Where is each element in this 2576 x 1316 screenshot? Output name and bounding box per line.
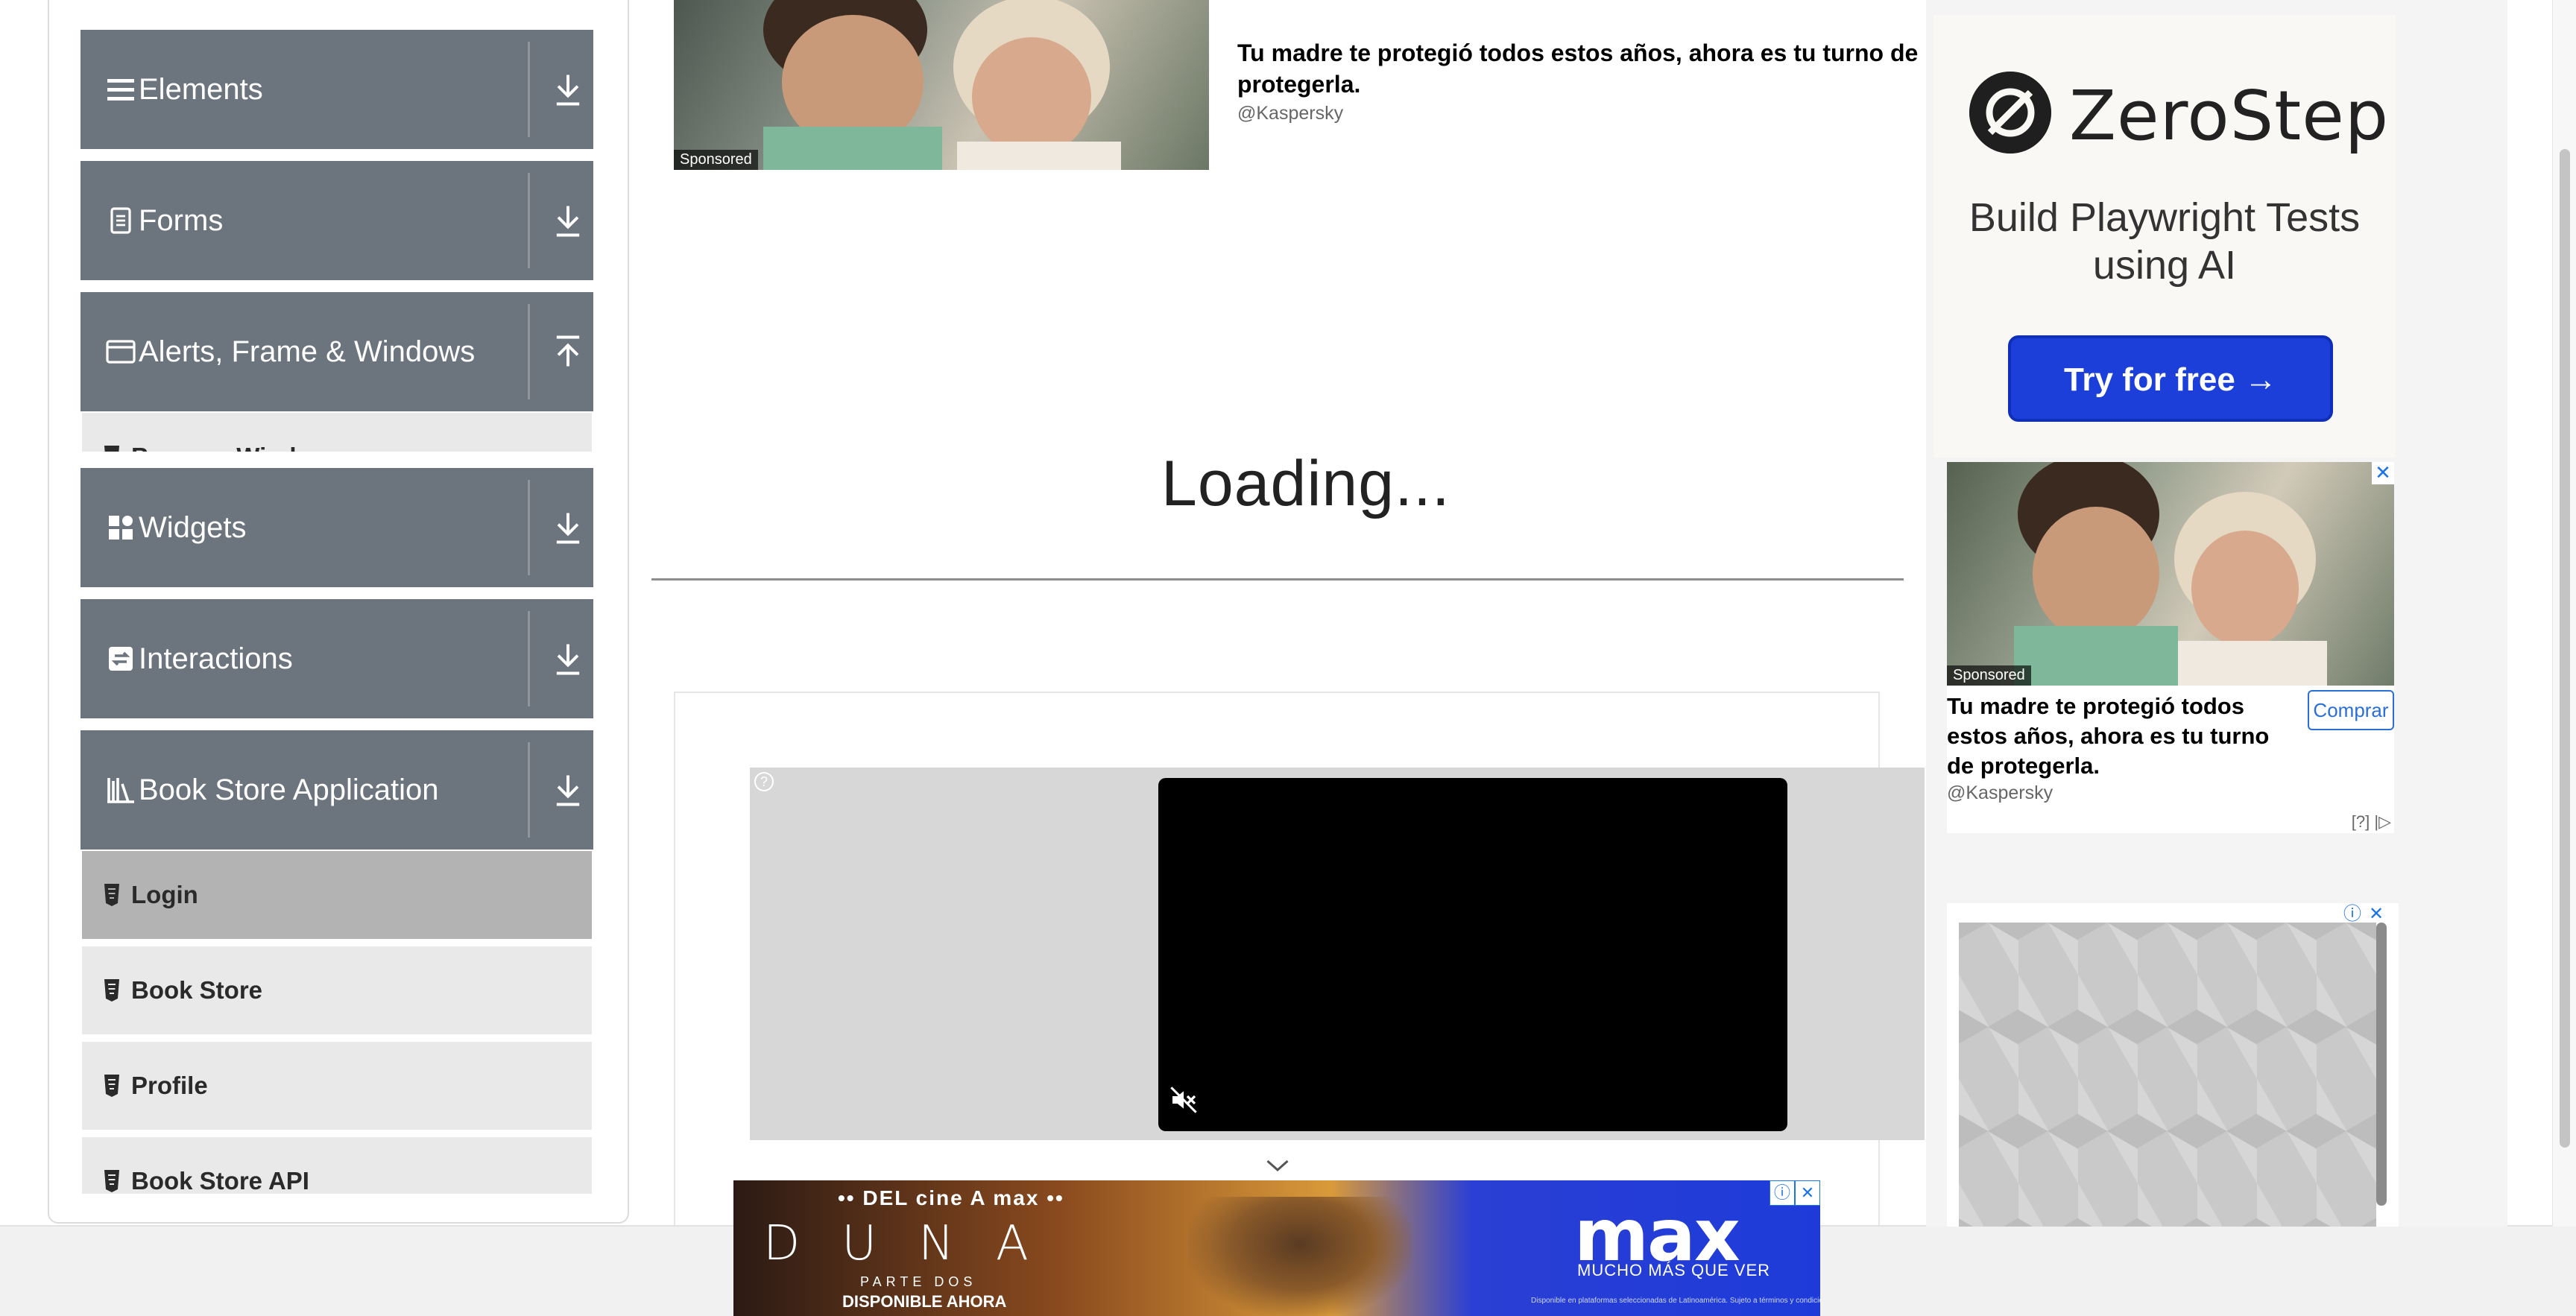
ad-advertiser: @Kaspersky — [1237, 103, 1344, 124]
interactions-icon — [109, 647, 133, 671]
divider-line — [651, 578, 1904, 581]
ad-photo-illustration — [2014, 462, 2327, 686]
ad-movie-subtitle: PARTE DOS — [860, 1274, 977, 1289]
widgets-icon — [109, 516, 133, 540]
page-viewport: Elements Forms Alerts, Frame & Windows B… — [0, 0, 2576, 1316]
ad-top-text: •• DEL cine A max •• — [838, 1186, 1064, 1209]
html-icon — [104, 1075, 119, 1097]
sidebar-item-profile[interactable]: Profile — [82, 1042, 592, 1133]
sidebar-item-book-store-api[interactable]: Book Store API — [82, 1137, 592, 1197]
ad-scrollbar[interactable] — [2376, 923, 2387, 1206]
group-label: Alerts, Frame & Windows — [139, 335, 476, 368]
close-icon[interactable]: ✕ — [2372, 462, 2394, 484]
html-icon — [104, 884, 119, 906]
ad-choices[interactable]: [?] |▷ — [2352, 812, 2391, 832]
html-icon — [104, 979, 119, 1002]
divider — [528, 480, 530, 575]
divider — [528, 611, 530, 706]
sidebar-item-label: Profile — [131, 1072, 208, 1099]
group-label: Forms — [139, 204, 224, 237]
pattern-ad[interactable]: ⓘ ✕ — [1947, 903, 2399, 1227]
bottom-banner-ad[interactable]: •• DEL cine A max •• DUNA PARTE DOS DISP… — [733, 1180, 1820, 1316]
sidebar-item-label: Book Store API — [131, 1167, 309, 1195]
sidebar-item-browser-windows[interactable]: Browser Windows — [82, 413, 592, 455]
ad-slogan: MUCHO MÁS QUE VER — [1577, 1261, 1771, 1279]
ad-info-icon[interactable]: ⓘ — [2342, 905, 2363, 926]
sidebar-item-login[interactable]: Login — [82, 851, 592, 942]
hamburger-icon — [107, 79, 134, 101]
buy-button[interactable]: Comprar — [2308, 690, 2394, 730]
try-for-free-button[interactable]: Try for free → — [2008, 335, 2333, 422]
sidebar-item-label: Browser Windows — [131, 413, 344, 452]
sidebar-item-label: Login — [131, 881, 198, 908]
sidebar-item-book-store[interactable]: Book Store — [82, 946, 592, 1037]
group-label: Interactions — [139, 642, 293, 675]
group-elements[interactable]: Elements — [80, 30, 593, 149]
download-arrow-icon[interactable] — [549, 771, 587, 809]
zerostep-name: ZeroStep — [2069, 76, 2390, 156]
upload-arrow-icon[interactable] — [549, 332, 587, 371]
ad-pattern-image — [1959, 923, 2376, 1227]
muted-speaker-icon[interactable] — [1169, 1085, 1199, 1115]
zerostep-ad[interactable]: ZeroStep Build Playwright Tests using AI… — [1933, 15, 2396, 458]
group-label: Book Store Application — [139, 774, 439, 806]
close-icon[interactable]: ✕ — [1795, 1180, 1820, 1206]
group-book-store-application[interactable]: Book Store Application — [80, 730, 593, 850]
html-icon — [104, 446, 119, 452]
ad-photo-illustration — [763, 0, 1121, 170]
zerostep-logo-icon — [1969, 72, 2051, 154]
chevron-down-icon[interactable] — [1264, 1157, 1291, 1174]
group-alerts-frame-windows[interactable]: Alerts, Frame & Windows — [80, 292, 593, 411]
ad-fine-print: Disponible en plataformas seleccionadas … — [1531, 1297, 1820, 1305]
group-forms[interactable]: Forms — [80, 161, 593, 280]
ad-image[interactable]: Sponsored — [674, 0, 1209, 170]
books-icon — [107, 778, 134, 803]
group-widgets[interactable]: Widgets — [80, 468, 593, 587]
ad-characters-image — [1188, 1197, 1412, 1316]
divider — [528, 42, 530, 137]
video-player[interactable] — [1158, 778, 1787, 1131]
download-arrow-icon[interactable] — [549, 508, 587, 547]
ad-advertiser: @Kaspersky — [1947, 782, 2053, 803]
ad-movie-title: DUNA — [763, 1216, 1070, 1271]
group-label: Elements — [139, 73, 263, 106]
group-label: Widgets — [139, 511, 247, 544]
form-icon — [110, 207, 131, 234]
ad-controls: ⓘ ✕ — [1770, 1180, 1820, 1206]
kaspersky-side-ad[interactable]: Sponsored ✕ Tu madre te protegió todos e… — [1947, 462, 2394, 833]
window-icon — [106, 340, 136, 364]
divider — [528, 304, 530, 399]
page-scrollbar-thumb[interactable] — [2560, 149, 2570, 1148]
download-arrow-icon[interactable] — [549, 639, 587, 678]
close-icon[interactable]: ✕ — [2366, 905, 2387, 926]
html-icon — [104, 1170, 119, 1192]
help-icon[interactable]: ? — [754, 772, 774, 791]
sponsored-tag: Sponsored — [674, 150, 758, 170]
download-arrow-icon[interactable] — [549, 70, 587, 109]
sidebar-item-label: Book Store — [131, 976, 263, 1004]
ad-availability: DISPONIBLE AHORA — [842, 1292, 1007, 1311]
ad-controls: ⓘ ✕ — [2342, 905, 2387, 926]
ad-image[interactable]: Sponsored ✕ — [1947, 462, 2394, 686]
download-arrow-icon[interactable] — [549, 201, 587, 240]
top-sponsored-ad[interactable]: Sponsored Tu madre te protegió todos est… — [674, 0, 1926, 171]
divider — [528, 173, 530, 268]
ad-info-icon[interactable]: ⓘ — [1770, 1180, 1795, 1206]
loading-text: Loading... — [1161, 448, 1450, 519]
zerostep-tagline: Build Playwright Tests using AI — [1969, 195, 2361, 288]
ad-title[interactable]: Tu madre te protegió todos estos años, a… — [1947, 692, 2297, 781]
group-interactions[interactable]: Interactions — [80, 599, 593, 718]
ad-title[interactable]: Tu madre te protegió todos estos años, a… — [1237, 37, 1931, 100]
sponsored-tag: Sponsored — [1947, 665, 2031, 686]
divider — [528, 742, 530, 838]
